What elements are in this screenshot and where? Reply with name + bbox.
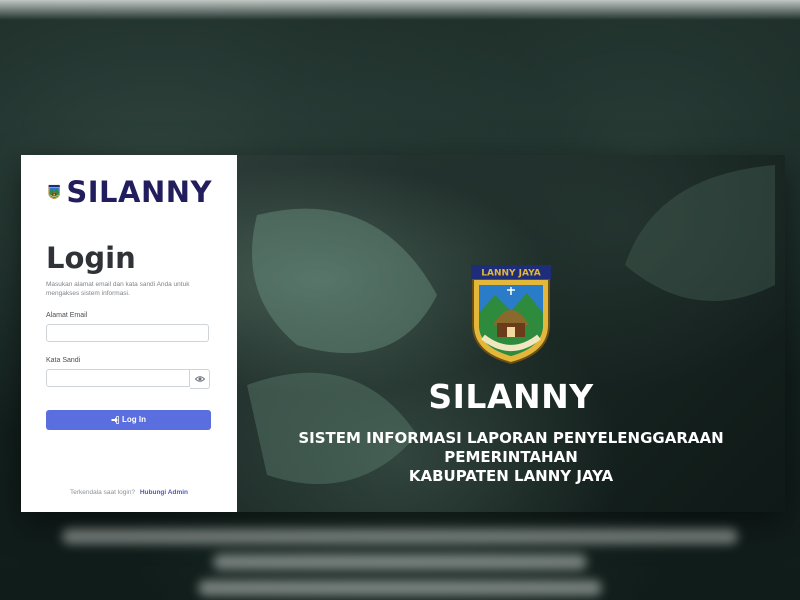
password-field[interactable] [46,368,190,387]
login-description: Masukan alamat email dan kata sandi Anda… [46,281,190,297]
help-footer: Terkendala saat login? Hubungi Admin [21,489,237,496]
background-blur-text [40,518,760,600]
hero-title: SILANNY [428,377,594,416]
lanny-jaya-crest-icon: LANNY JAYA [471,265,551,365]
lanny-jaya-emblem-icon [48,184,60,200]
brand-header: SILANNY [48,173,212,211]
login-panel: SILANNY Login Masukan alamat email dan k… [21,155,237,512]
login-card: SILANNY Login Masukan alamat email dan k… [21,155,785,512]
hero-content: LANNY JAYA SILANNY SISTEM INFORMASI LAPO… [237,155,785,512]
sign-in-icon [111,415,119,424]
email-label: Alamat Email [46,312,88,319]
background-haze [0,0,800,20]
hero-subtitle-line3: KABUPATEN LANNY JAYA [408,467,614,485]
hero-subtitle: SISTEM INFORMASI LAPORAN PENYELENGGARAAN… [298,429,723,486]
show-password-button[interactable] [190,368,210,389]
help-text: Terkendala saat login? [70,489,136,496]
contact-admin-link[interactable]: Hubungi Admin [140,489,188,496]
crest-banner-text: LANNY JAYA [481,269,541,279]
login-title: Login [46,241,136,275]
hero-panel: LANNY JAYA SILANNY SISTEM INFORMASI LAPO… [237,155,785,512]
hero-subtitle-line1: SISTEM INFORMASI LAPORAN PENYELENGGARAAN [298,429,724,447]
eye-icon [194,375,205,382]
hero-subtitle-line2: PEMERINTAHAN [444,448,578,466]
login-button[interactable]: Log In [46,409,211,430]
brand-name: SILANNY [66,175,212,209]
password-row [46,368,212,389]
email-field[interactable] [46,324,209,342]
login-button-label: Log In [122,415,146,424]
password-label: Kata Sandi [46,356,81,364]
